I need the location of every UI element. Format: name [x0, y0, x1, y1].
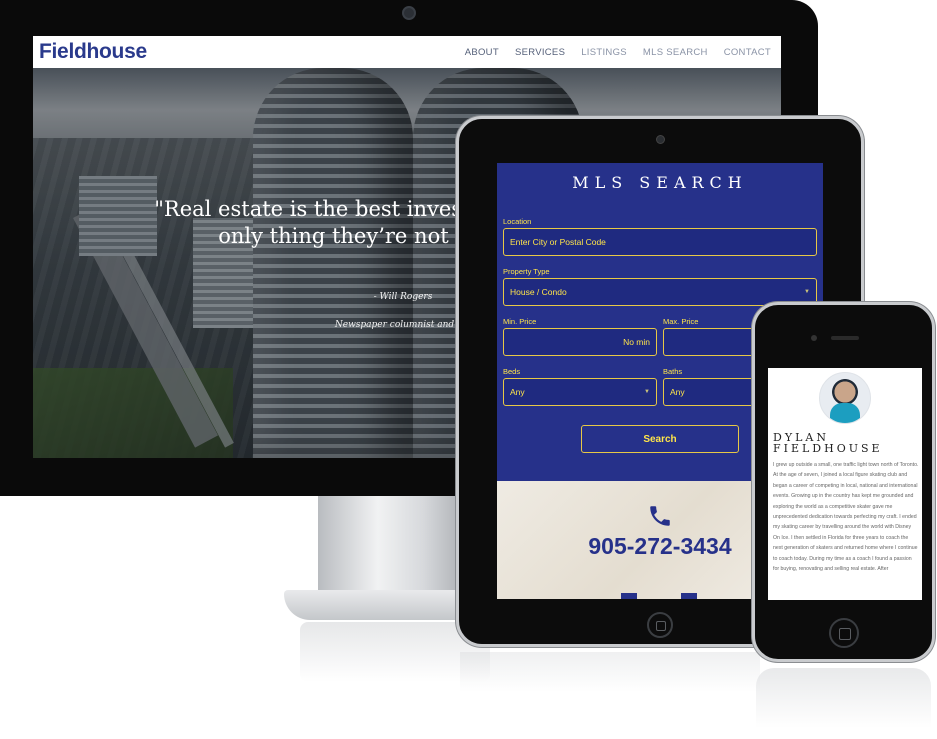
property-type-value: House / Condo [510, 287, 567, 297]
social-icon[interactable] [681, 593, 697, 599]
monitor-stand [318, 496, 468, 598]
baths-value: Any [670, 387, 685, 397]
location-placeholder: Enter City or Postal Code [510, 237, 606, 247]
nav-item-listings[interactable]: LISTINGS [581, 47, 627, 58]
nav-item-mls-search[interactable]: MLS SEARCH [643, 47, 708, 58]
home-button[interactable] [647, 612, 673, 638]
bio-last-name: FIELDHOUSE [773, 442, 883, 455]
site-header: Fieldhouse ABOUT SERVICES LISTINGS MLS S… [33, 36, 781, 68]
nav-item-about[interactable]: ABOUT [465, 47, 499, 58]
baths-label: Baths [663, 367, 683, 376]
min-price-input[interactable]: No min [503, 328, 657, 356]
location-label: Location [503, 217, 532, 226]
nav-item-contact[interactable]: CONTACT [724, 47, 771, 58]
tablet-reflection [460, 652, 760, 692]
camera-icon [656, 135, 665, 144]
beds-select[interactable]: Any ▼ [503, 378, 657, 406]
beds-value: Any [510, 387, 525, 397]
quote-author: - Will Rogers [373, 292, 433, 302]
bio-text: I grew up outside a small, one traffic l… [773, 462, 919, 573]
main-nav: ABOUT SERVICES LISTINGS MLS SEARCH CONTA… [465, 47, 771, 58]
nav-item-services[interactable]: SERVICES [515, 47, 565, 58]
search-button[interactable]: Search [581, 425, 739, 453]
camera-icon [811, 335, 817, 341]
avatar [819, 372, 871, 424]
min-price-value: No min [623, 337, 650, 347]
phone-reflection [756, 668, 931, 728]
property-type-label: Property Type [503, 267, 550, 276]
camera-icon [402, 6, 416, 20]
phone-device: DYLAN FIELDHOUSE I grew up outside a sma… [752, 302, 935, 662]
chevron-down-icon: ▼ [804, 289, 810, 295]
max-price-label: Max. Price [663, 317, 699, 326]
phone-icon[interactable] [647, 503, 673, 529]
brand-logo[interactable]: Fieldhouse [39, 40, 147, 64]
property-type-select[interactable]: House / Condo ▼ [503, 278, 817, 306]
location-input[interactable]: Enter City or Postal Code [503, 228, 817, 256]
bio-name: DYLAN FIELDHOUSE [773, 432, 921, 454]
speaker-grille [831, 336, 859, 340]
chevron-down-icon: ▼ [644, 389, 650, 395]
home-button[interactable] [829, 618, 859, 648]
avatar-figure [830, 403, 860, 423]
beds-label: Beds [503, 367, 521, 376]
social-icon[interactable] [621, 593, 637, 599]
mls-search-title: MLS SEARCH [572, 173, 748, 192]
min-price-label: Min. Price [503, 317, 537, 326]
phone-screen: DYLAN FIELDHOUSE I grew up outside a sma… [768, 368, 922, 600]
